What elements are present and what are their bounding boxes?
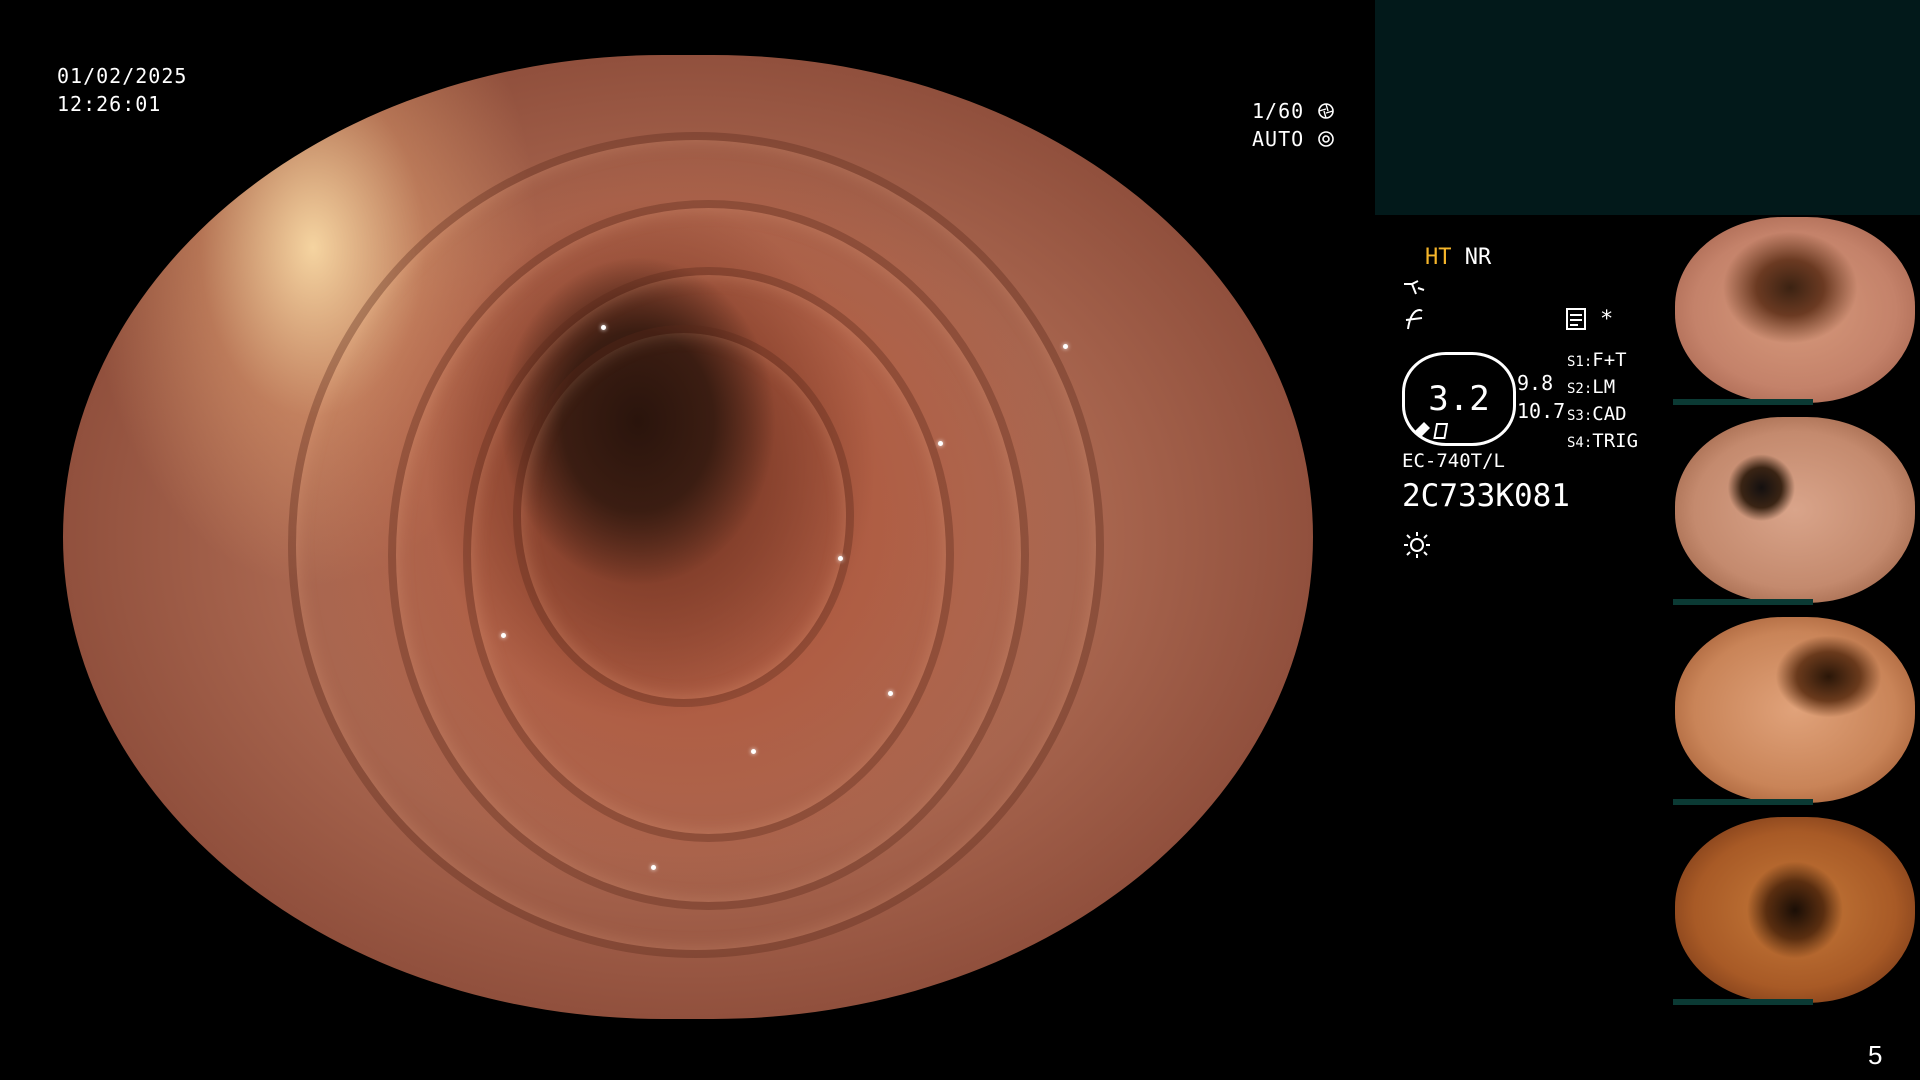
scope-serial: 2C733K081: [1402, 478, 1570, 514]
capture-thumbnail[interactable]: [1673, 615, 1920, 805]
switch-row: S2:LM: [1567, 376, 1616, 398]
capture-thumbnail[interactable]: [1673, 215, 1920, 405]
endoscope-main-view: [63, 55, 1313, 1019]
thumbnail-image: [1675, 817, 1915, 1003]
light-icon: [1404, 532, 1430, 558]
switch-row: S1:F+T: [1567, 349, 1627, 371]
specular-highlight: [1063, 344, 1068, 350]
thumbnail-bar: [1673, 599, 1813, 605]
enhance-icon: [1404, 280, 1425, 295]
time-text: 12:26:01: [57, 92, 162, 116]
page-number: 5: [1868, 1040, 1883, 1070]
thumbnail-bar: [1673, 999, 1813, 1005]
top-info-box: [1375, 0, 1920, 215]
specular-highlight: [750, 749, 756, 755]
val-a: 9.8: [1517, 371, 1554, 395]
iris-text: AUTO: [1252, 127, 1305, 151]
val-b: 10.7: [1517, 399, 1566, 423]
specular-highlight: [600, 324, 606, 330]
specular-highlight: [500, 633, 506, 639]
nr-label: NR: [1464, 245, 1492, 270]
switch-list: S1:F+T S2:LM S3:CAD S4:TRIG: [1567, 348, 1638, 456]
date-time: 01/02/2025 12:26:01: [57, 62, 187, 118]
shutter-text: 1/60: [1252, 99, 1305, 123]
thumbnail-image: [1675, 217, 1915, 403]
shutter-icon: [1318, 103, 1335, 119]
thumbnail-image: [1675, 417, 1915, 603]
exposure-info: 1/60 AUTO: [1252, 97, 1335, 153]
iris-icon: [1318, 131, 1335, 147]
switch-row: S3:CAD: [1567, 403, 1627, 425]
star-indicator: *: [1600, 307, 1614, 332]
capture-thumbnail[interactable]: [1673, 815, 1920, 1005]
capture-thumbnail[interactable]: [1673, 415, 1920, 605]
scope-model: EC-740T/L: [1402, 450, 1505, 472]
record-icon: [1566, 308, 1586, 330]
date-text: 01/02/2025: [57, 64, 188, 88]
scope-value: 3.2: [1428, 379, 1490, 419]
specular-highlight: [650, 864, 656, 870]
specular-highlight: [938, 440, 943, 446]
mucosal-fold: [513, 324, 854, 708]
color-icon: [1405, 309, 1423, 330]
ht-label: HT: [1425, 245, 1452, 270]
thumbnail-bar: [1673, 799, 1813, 805]
switch-row: S4:TRIG: [1567, 430, 1639, 452]
thumbnail-bar: [1673, 399, 1813, 405]
scope-tip-icon: [1414, 422, 1449, 439]
thumbnail-image: [1675, 617, 1915, 803]
mode-labels: HT NR: [1425, 245, 1491, 271]
